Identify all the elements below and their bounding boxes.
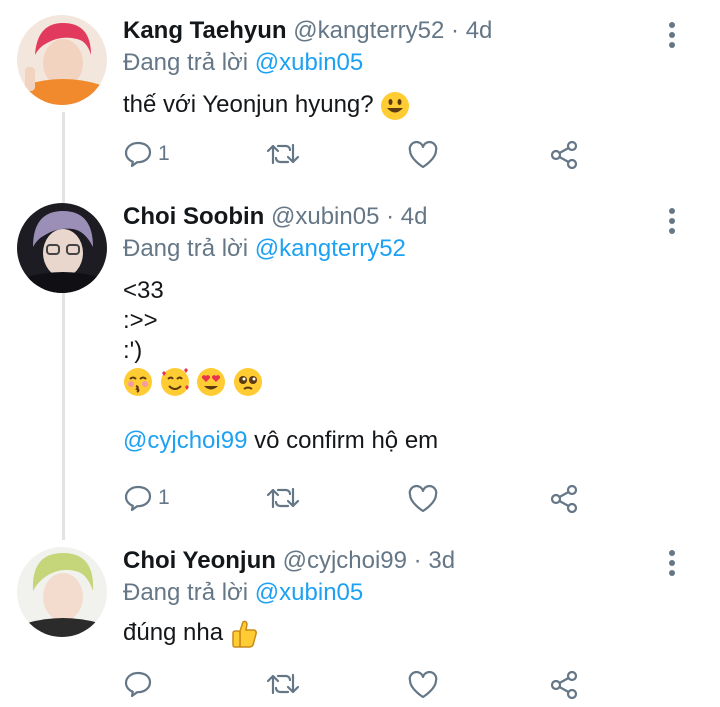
kissing-emoji-icon [124,367,152,396]
retweet-button[interactable] [266,141,300,167]
tweet[interactable]: Choi Yeonjun @cyjchoi99 · 3d Đang trả lờ… [0,544,720,707]
replying-prefix: Đang trả lời [123,579,249,606]
mention-link[interactable]: @cyjchoi99 [123,427,247,454]
share-icon [550,485,578,513]
share-icon [550,671,578,699]
heart-eyes-emoji-icon [197,367,226,396]
tweet-text-content: đúng nha [123,619,224,646]
like-icon [408,671,438,699]
tweet-text: thế với Yeonjun hyung? [123,90,410,121]
text-line: <33 [123,277,164,304]
replying-to: Đang trả lời @xubin05 [123,48,363,78]
timestamp[interactable]: 4d [401,203,428,230]
replying-prefix: Đang trả lời [123,49,249,76]
more-vertical-icon[interactable] [664,208,680,234]
avatar[interactable] [17,203,107,293]
more-vertical-icon[interactable] [664,550,680,576]
user-handle[interactable]: @cyjchoi99 [283,547,407,574]
reply-count: 1 [158,486,170,509]
like-button[interactable] [408,671,438,699]
retweet-icon [266,143,300,165]
retweet-button[interactable] [266,671,300,697]
timestamp[interactable]: 3d [428,547,455,574]
like-button[interactable] [408,141,438,169]
retweet-icon [266,487,300,509]
replying-prefix: Đang trả lời [123,235,249,262]
mention-text: vô confirm hộ em [254,427,439,454]
retweet-button[interactable] [266,485,300,511]
share-icon [550,141,578,169]
share-button[interactable] [550,141,578,169]
share-button[interactable] [550,671,578,699]
action-bar: 1 [0,480,720,520]
reply-button[interactable]: 1 [124,484,170,512]
replying-to-link[interactable]: @kangterry52 [255,235,406,262]
avatar[interactable] [17,547,107,637]
share-button[interactable] [550,485,578,513]
replying-to-link[interactable]: @xubin05 [255,49,363,76]
like-icon [408,141,438,169]
like-icon [408,485,438,513]
tweet[interactable]: Choi Soobin @xubin05 · 4d Đang trả lời @… [0,200,720,530]
user-handle[interactable]: @xubin05 [271,203,379,230]
display-name[interactable]: Kang Taehyun [123,17,287,44]
separator-dot: · [413,547,422,574]
display-name[interactable]: Choi Yeonjun [123,547,276,574]
avatar[interactable] [17,15,107,105]
reply-button[interactable] [124,670,158,698]
mention-line: @cyjchoi99 vô confirm hộ em [123,426,438,456]
tweet-text: đúng nha [123,618,258,649]
thumbs-up-emoji-icon [232,620,257,648]
replying-to: Đang trả lời @xubin05 [123,578,363,608]
timestamp[interactable]: 4d [466,17,493,44]
action-bar [0,666,720,706]
pleading-emoji-icon [234,367,263,396]
tweet-header: Kang Taehyun @kangterry52 · 4d [123,16,492,46]
tweet[interactable]: Kang Taehyun @kangterry52 · 4d Đang trả … [0,14,720,184]
display-name[interactable]: Choi Soobin [123,203,264,230]
separator-dot: · [386,203,395,230]
tweet-header: Choi Yeonjun @cyjchoi99 · 3d [123,546,455,576]
reply-count: 1 [158,142,170,165]
smiling-hearts-emoji-icon [160,367,189,396]
action-bar: 1 [0,136,720,176]
replying-to: Đang trả lời @kangterry52 [123,234,406,264]
reply-icon [124,671,152,698]
retweet-icon [266,673,300,695]
replying-to-link[interactable]: @xubin05 [255,579,363,606]
reply-button[interactable]: 1 [124,140,170,168]
tweet-text: <33 :>> :') @cyjchoi99 vô confirm hộ em [123,276,438,456]
text-line: :') [123,337,143,364]
reply-icon [124,485,152,512]
grinning-emoji-icon [381,91,410,120]
reply-icon [124,141,152,168]
tweet-header: Choi Soobin @xubin05 · 4d [123,202,427,232]
user-handle[interactable]: @kangterry52 [293,17,444,44]
separator-dot: · [451,17,460,44]
emoji-line [123,366,438,400]
text-line: :>> [123,307,158,334]
tweet-text-content: thế với Yeonjun hyung? [123,91,374,118]
more-vertical-icon[interactable] [664,22,680,48]
like-button[interactable] [408,485,438,513]
